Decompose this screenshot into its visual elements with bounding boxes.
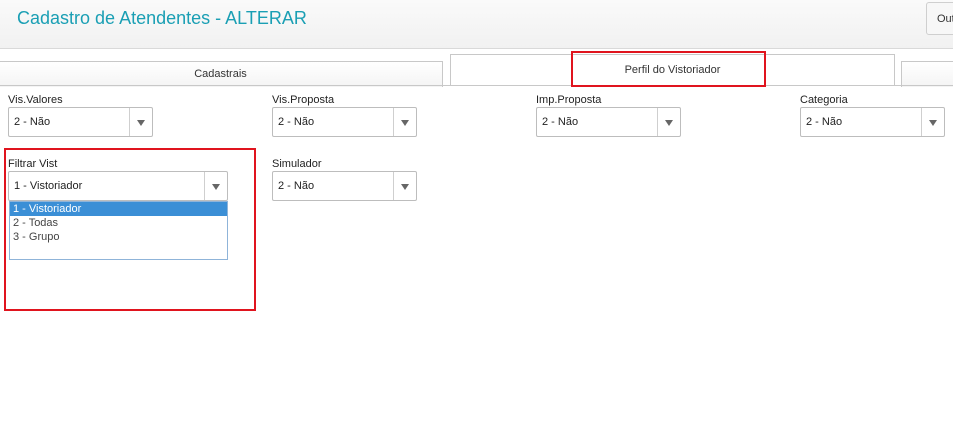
vis-proposta-select[interactable]: 2 - Não — [272, 107, 417, 137]
tab-perfil-do-vistoriador[interactable]: Perfil do Vistoriador — [450, 54, 895, 86]
tab-next[interactable] — [901, 61, 953, 87]
tab-divider — [0, 85, 953, 86]
chevron-down-icon[interactable] — [129, 108, 152, 136]
simulador-label: Simulador — [272, 158, 322, 170]
chevron-down-icon[interactable] — [657, 108, 680, 136]
simulador-value: 2 - Não — [278, 180, 315, 192]
vis-valores-select[interactable]: 2 - Não — [8, 107, 153, 137]
dropdown-option[interactable]: 1 - Vistoriador — [10, 202, 227, 216]
categoria-label: Categoria — [800, 94, 848, 106]
categoria-select[interactable]: 2 - Não — [800, 107, 945, 137]
simulador-select[interactable]: 2 - Não — [272, 171, 417, 201]
dropdown-option[interactable]: 2 - Todas — [10, 216, 227, 230]
chevron-down-icon[interactable] — [393, 108, 416, 136]
chevron-down-icon[interactable] — [921, 108, 944, 136]
vis-valores-label: Vis.Valores — [8, 94, 63, 106]
page-title: Cadastro de Atendentes - ALTERAR — [17, 8, 307, 28]
filtrar-vist-value: 1 - Vistoriador — [14, 180, 83, 192]
imp-proposta-label: Imp.Proposta — [536, 94, 602, 106]
categoria-value: 2 - Não — [806, 116, 843, 128]
filtrar-vist-select[interactable]: 1 - Vistoriador — [8, 171, 228, 201]
dropdown-option[interactable]: 3 - Grupo — [10, 230, 227, 244]
imp-proposta-select[interactable]: 2 - Não — [536, 107, 681, 137]
vis-valores-value: 2 - Não — [14, 116, 51, 128]
outros-button[interactable]: Outros — [926, 2, 953, 35]
header-bar: Cadastro de Atendentes - ALTERAR Outros — [0, 0, 953, 49]
chevron-down-icon[interactable] — [204, 172, 227, 200]
filtrar-vist-label: Filtrar Vist — [8, 158, 58, 170]
vis-proposta-value: 2 - Não — [278, 116, 315, 128]
vis-proposta-label: Vis.Proposta — [272, 94, 335, 106]
filtrar-vist-dropdown-list: 1 - Vistoriador 2 - Todas 3 - Grupo — [9, 201, 228, 260]
chevron-down-icon[interactable] — [393, 172, 416, 200]
tab-bar: Cadastrais Perfil do Vistoriador — [0, 48, 953, 87]
imp-proposta-value: 2 - Não — [542, 116, 579, 128]
tab-cadastrais[interactable]: Cadastrais — [0, 61, 443, 87]
